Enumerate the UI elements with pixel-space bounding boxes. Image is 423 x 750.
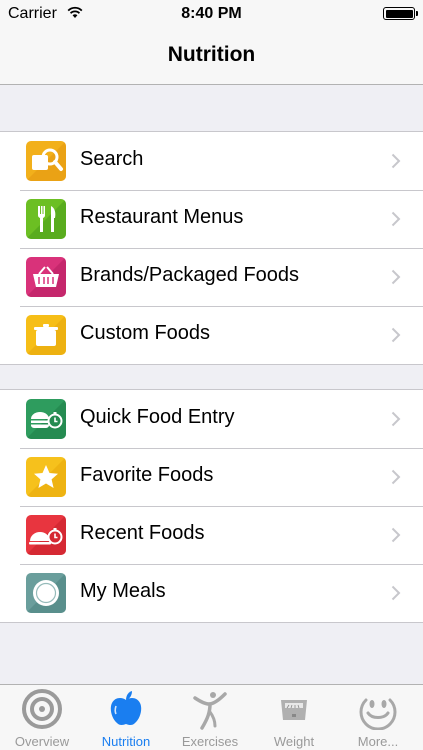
- row-recent-foods[interactable]: Recent Foods: [0, 506, 423, 564]
- fork-knife-icon: [26, 199, 66, 239]
- exercise-figure-icon: [193, 692, 227, 730]
- dish-timer-icon: [26, 515, 66, 555]
- status-time: 8:40 PM: [181, 5, 242, 22]
- navigation-bar: Nutrition: [0, 28, 423, 85]
- row-label: Favorite Foods: [80, 464, 214, 486]
- chevron-right-icon: [391, 269, 401, 285]
- row-my-meals[interactable]: My Meals: [0, 564, 423, 622]
- chevron-right-icon: [391, 153, 401, 169]
- row-search[interactable]: Search: [0, 132, 423, 190]
- status-bar: Carrier 8:40 PM: [0, 0, 423, 28]
- chevron-right-icon: [391, 527, 401, 543]
- pot-icon: [26, 315, 66, 355]
- tab-nutrition[interactable]: Nutrition: [84, 685, 168, 750]
- search-food-icon: [26, 141, 66, 181]
- chevron-right-icon: [391, 411, 401, 427]
- row-label: Recent Foods: [80, 522, 205, 544]
- chevron-right-icon: [391, 585, 401, 601]
- smiley-icon: [359, 698, 397, 730]
- row-label: Brands/Packaged Foods: [80, 264, 300, 286]
- row-brands-packaged-foods[interactable]: Brands/Packaged Foods: [0, 248, 423, 306]
- menu-group-foods: Search Restaurant Menus Brands/Packaged …: [0, 131, 423, 365]
- battery-icon: [383, 7, 418, 20]
- plate-icon: [26, 573, 66, 613]
- page-title: Nutrition: [167, 43, 256, 66]
- apple-icon: [110, 691, 142, 725]
- row-label: Restaurant Menus: [80, 206, 244, 228]
- row-label: My Meals: [80, 580, 166, 602]
- row-label: Search: [80, 148, 144, 170]
- chevron-right-icon: [391, 327, 401, 343]
- tab-overview[interactable]: Overview: [0, 685, 84, 750]
- row-favorite-foods[interactable]: Favorite Foods: [0, 448, 423, 506]
- chevron-right-icon: [391, 469, 401, 485]
- row-label: Quick Food Entry: [80, 406, 235, 428]
- row-restaurant-menus[interactable]: Restaurant Menus: [0, 190, 423, 248]
- scale-icon: [281, 700, 307, 720]
- row-quick-food-entry[interactable]: Quick Food Entry: [0, 390, 423, 448]
- tab-bar: Overview Nutrition Exercises Weight More…: [0, 684, 423, 750]
- menu-group-shortcuts: Quick Food Entry Favorite Foods Recent F…: [0, 389, 423, 623]
- star-icon: [26, 457, 66, 497]
- basket-icon: [26, 257, 66, 297]
- row-custom-foods[interactable]: Custom Foods: [0, 306, 423, 364]
- row-label: Custom Foods: [80, 322, 211, 344]
- tab-label: Overview: [14, 734, 70, 749]
- chevron-right-icon: [391, 211, 401, 227]
- overview-icon: [22, 689, 62, 729]
- burger-timer-icon: [26, 399, 66, 439]
- tab-weight[interactable]: Weight: [252, 685, 336, 750]
- tab-label: More...: [357, 734, 399, 749]
- tab-label: Nutrition: [101, 734, 151, 749]
- tab-exercises[interactable]: Exercises: [168, 685, 252, 750]
- tab-label: Weight: [273, 734, 315, 749]
- tab-label: Exercises: [181, 734, 239, 749]
- tab-more[interactable]: More...: [336, 685, 420, 750]
